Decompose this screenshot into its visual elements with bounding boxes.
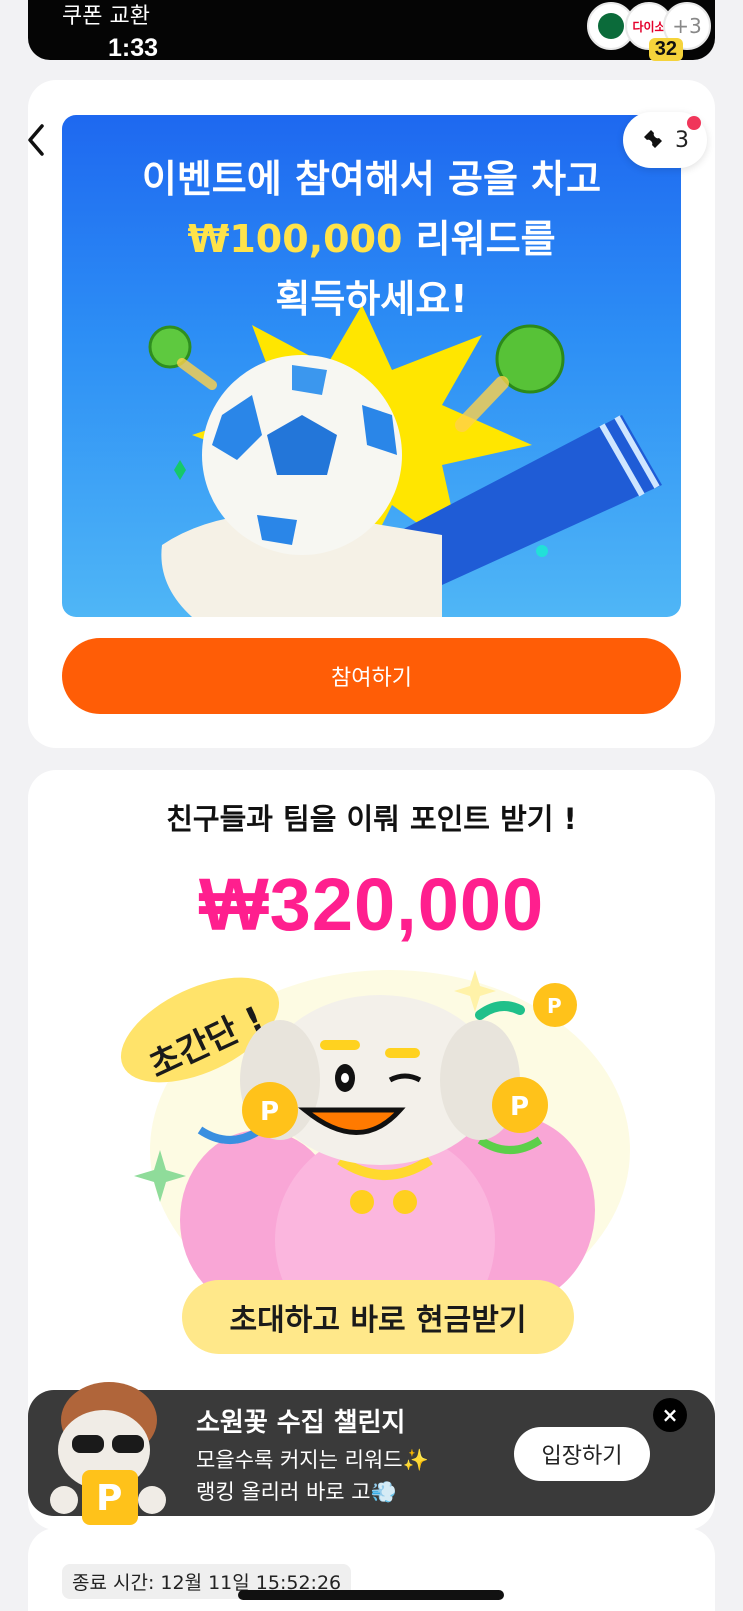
ticket-counter[interactable]: 3 [623,112,707,168]
notification-dot [687,116,701,130]
enter-button[interactable]: 입장하기 [514,1427,650,1481]
bunny-mascot-illustration: P [50,1382,166,1525]
join-button[interactable]: 참여하기 [62,638,681,714]
battery-level: 32 [648,38,683,61]
event-banner[interactable]: 이벤트에 참여해서 공을 차고 ₩100,000 리워드를 획득하세요! [62,115,681,617]
event-title-line1: 이벤트에 참여해서 공을 차고 [141,157,602,201]
event-banner-title: 이벤트에 참여해서 공을 차고 ₩100,000 리워드를 획득하세요! [62,149,681,329]
challenge-title: 소원꽃 수집 챌린지 [196,1408,406,1438]
svg-text:P: P [260,1097,279,1127]
event-reward-amount: ₩100,000 [187,217,403,261]
ticket-count: 3 [675,127,689,153]
home-indicator[interactable] [238,1590,504,1600]
team-title: 친구들과 팀을 이뤄 포인트 받기 ! [166,802,577,836]
svg-text:P: P [96,1478,122,1519]
challenge-subtitle-1: 모을수록 커지는 리워드✨ [196,1448,429,1472]
close-icon[interactable]: × [653,1398,687,1432]
svg-text:P: P [547,994,562,1018]
event-title-line2-rest: 리워드를 [402,217,556,261]
invite-cash-button[interactable]: 초대하고 바로 현금받기 [182,1280,574,1354]
team-reward-amount: ₩320,000 [198,863,545,946]
event-title-line3: 획득하세요! [275,277,468,321]
coupon-exchange-label: 쿠폰 교환 [62,4,150,29]
ticket-icon [644,130,662,148]
event-title-line2: ₩100,000 리워드를 [62,209,681,269]
svg-text:P: P [510,1092,529,1122]
challenge-subtitle-2: 랭킹 올리러 바로 고💨 [196,1480,397,1504]
status-time: 1:33 [108,34,159,62]
back-chevron-icon[interactable] [22,120,52,160]
